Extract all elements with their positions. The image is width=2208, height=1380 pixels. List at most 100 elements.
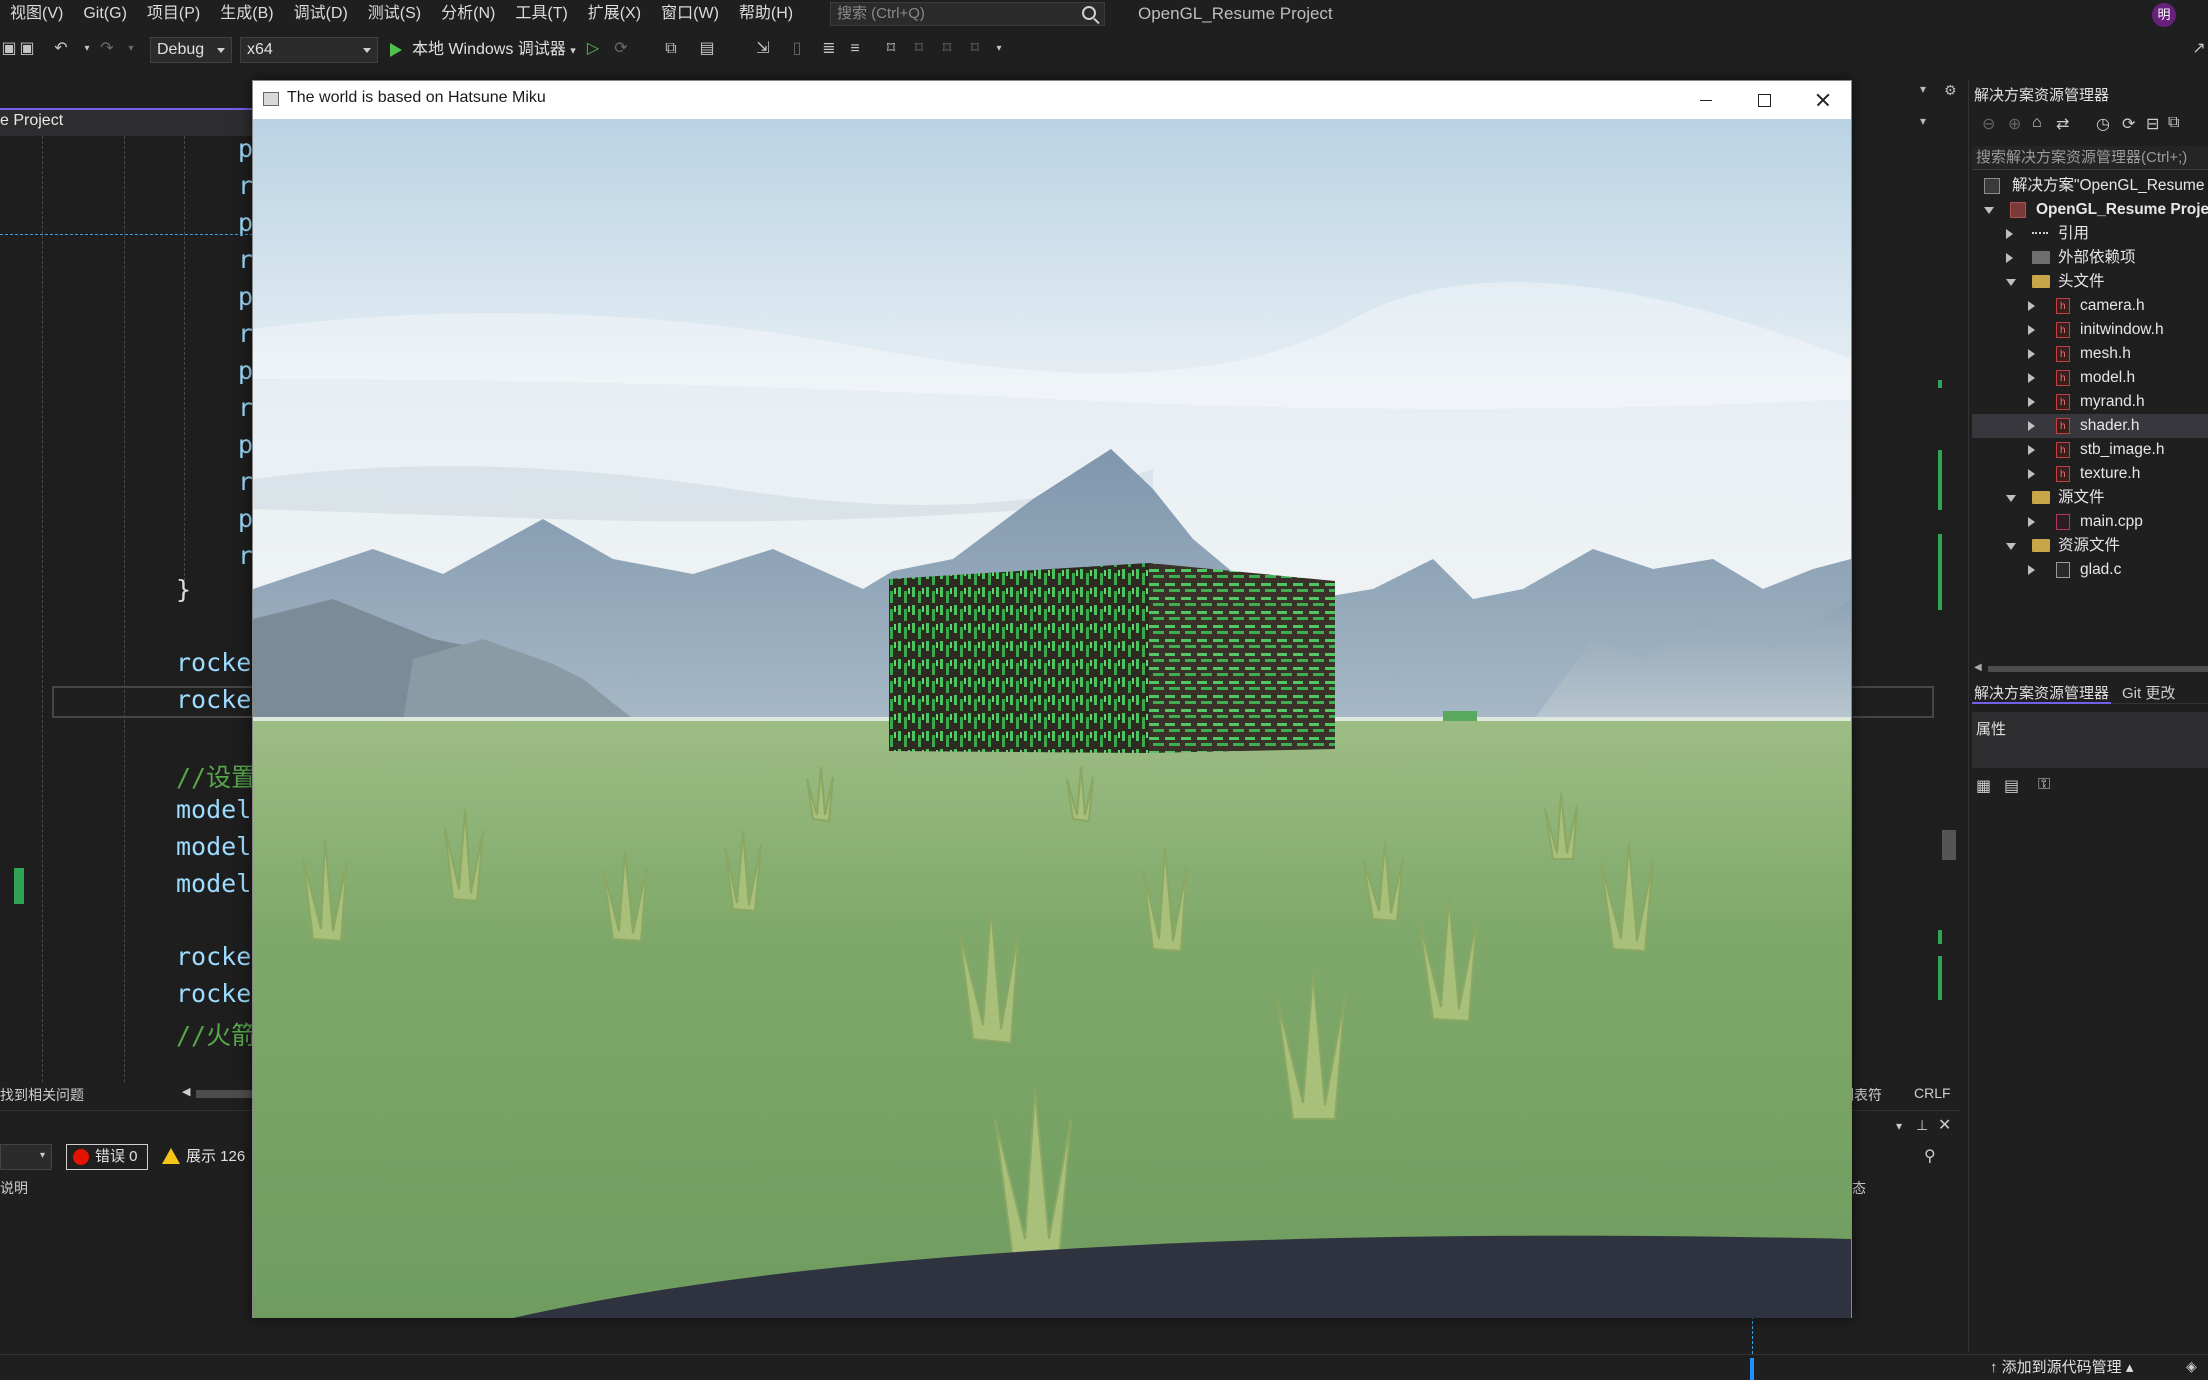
config-dropdown[interactable]: Debug [150, 37, 232, 63]
search-icon[interactable] [1082, 6, 1096, 20]
expand-icon[interactable] [2028, 565, 2035, 575]
scroll-thumb[interactable] [1988, 666, 2208, 672]
tree-headers-folder[interactable]: 头文件 [2006, 270, 2105, 294]
clear-bookmarks-icon[interactable]: ⌑ [966, 40, 984, 58]
opengl-viewport[interactable] [253, 119, 1851, 1318]
tree-file[interactable]: stb_image.h [2028, 438, 2164, 463]
tree-file[interactable]: glad.c [2028, 558, 2121, 582]
format-icon[interactable]: ≣ [820, 40, 838, 58]
tree-resources-folder[interactable]: 资源文件 [2006, 534, 2120, 558]
solution-search-input[interactable]: 搜索解决方案资源管理器(Ctrl+;) [1972, 146, 2208, 170]
prev-bookmark-icon[interactable]: ⌑ [910, 40, 928, 58]
expand-icon[interactable] [1984, 207, 1994, 214]
tree-file[interactable]: initwindow.h [2028, 318, 2164, 343]
back-icon[interactable]: ⊖ [1982, 114, 1995, 134]
live-share-icon[interactable]: ↗ [2190, 40, 2208, 58]
undo-dropdown-icon[interactable]: ▾ [78, 40, 96, 58]
run-without-debug-icon[interactable]: ▷ [584, 40, 602, 58]
column-state[interactable]: 态 [1852, 1178, 1866, 1198]
redo-icon[interactable]: ↷ [98, 40, 116, 58]
expand-icon[interactable] [2028, 373, 2035, 383]
close-icon[interactable]: ✕ [1938, 1115, 1951, 1135]
expand-icon[interactable] [2028, 301, 2035, 311]
menu-help[interactable]: 帮助(H) [729, 0, 803, 28]
search-icon[interactable]: ⚲ [1924, 1146, 1936, 1166]
tree-file[interactable]: camera.h [2028, 294, 2145, 319]
menu-git[interactable]: Git(G) [73, 0, 137, 28]
search-input[interactable]: 搜索 (Ctrl+Q) [830, 2, 1105, 26]
start-debugging-button[interactable]: 本地 Windows 调试器 ▾ [386, 37, 576, 63]
next-bookmark-icon[interactable]: ⌑ [938, 40, 956, 58]
platform-dropdown[interactable]: x64 [240, 37, 378, 63]
tree-file[interactable]: texture.h [2028, 462, 2140, 487]
expand-icon[interactable] [2028, 421, 2035, 431]
tree-file-selected[interactable]: shader.h [1972, 414, 2208, 439]
minimize-button[interactable] [1677, 81, 1735, 119]
expand-icon[interactable] [2006, 229, 2013, 239]
layout-icon[interactable]: ▤ [698, 40, 716, 58]
expand-icon[interactable] [2006, 279, 2016, 286]
chevron-left-icon[interactable]: ◀ [1974, 662, 1982, 673]
property-pages-icon[interactable]: ⚿ [2038, 776, 2056, 794]
switch-views-icon[interactable]: ⇄ [2056, 114, 2069, 134]
chevron-left-icon[interactable]: ◀ [182, 1085, 190, 1098]
opengl-window[interactable]: The world is based on Hatsune Miku [252, 80, 1852, 1318]
tree-external-deps[interactable]: 外部依赖项 [2006, 246, 2136, 270]
menu-project[interactable]: 项目(P) [137, 0, 210, 28]
undo-icon[interactable]: ↶ [52, 40, 70, 58]
bookmark-icon[interactable]: ⌑ [882, 40, 900, 58]
pin-icon[interactable]: ⊥ [1916, 1117, 1928, 1134]
categorized-icon[interactable]: ▦ [1976, 776, 1994, 795]
expand-icon[interactable] [2006, 495, 2016, 502]
opengl-window-titlebar[interactable]: The world is based on Hatsune Miku [253, 81, 1851, 119]
step-icon[interactable]: ⇲ [754, 40, 772, 58]
scroll-thumb[interactable] [1942, 830, 1956, 860]
hot-reload-icon[interactable]: ⟳ [612, 40, 630, 58]
tree-file[interactable]: mesh.h [2028, 342, 2131, 367]
issues-status[interactable]: 找到相关问题 [0, 1085, 84, 1105]
tree-file[interactable]: model.h [2028, 366, 2135, 391]
maximize-button[interactable] [1735, 81, 1793, 119]
menu-tools[interactable]: 工具(T) [505, 0, 577, 28]
show-all-files-icon[interactable]: ⧉ [2168, 114, 2179, 132]
forward-icon[interactable]: ⊕ [2008, 114, 2021, 134]
collapse-all-icon[interactable]: ⊟ [2146, 114, 2159, 134]
column-description[interactable]: 说明 [0, 1178, 28, 1198]
expand-icon[interactable] [2028, 517, 2035, 527]
menu-extensions[interactable]: 扩展(X) [578, 0, 651, 28]
home-icon[interactable]: ⌂ [2032, 114, 2042, 132]
save-all-icon[interactable]: ▣ [18, 40, 36, 58]
sync-icon[interactable]: ⟳ [2122, 114, 2135, 134]
expand-icon[interactable] [2006, 543, 2016, 550]
menu-view[interactable]: 视图(V) [0, 0, 73, 28]
scope-dropdown[interactable]: ▾ [0, 1144, 52, 1170]
solution-explorer-hscroll[interactable]: ◀ [1972, 662, 2208, 676]
tree-sources-folder[interactable]: 源文件 [2006, 486, 2105, 510]
tree-file[interactable]: myrand.h [2028, 390, 2145, 415]
menu-debug[interactable]: 调试(D) [284, 0, 358, 28]
expand-icon[interactable] [2028, 397, 2035, 407]
chevron-down-icon[interactable]: ▾ [1896, 1119, 1902, 1133]
device-icon[interactable]: ▯ [788, 40, 806, 58]
redo-dropdown-icon[interactable]: ▾ [122, 40, 140, 58]
chevron-down-icon[interactable]: ▾ [1920, 82, 1940, 102]
tab-git-changes[interactable]: Git 更改 [2122, 682, 2175, 704]
tree-references[interactable]: 引用 [2006, 222, 2089, 246]
pending-changes-icon[interactable]: ◷ [2096, 114, 2110, 134]
expand-icon[interactable] [2028, 325, 2035, 335]
close-button[interactable] [1793, 81, 1851, 119]
add-to-source-control-button[interactable]: ↑ 添加到源代码管理 ▴ [1990, 1357, 2133, 1379]
selection-bottom-handle[interactable] [1750, 1358, 1754, 1380]
warnings-filter-button[interactable]: 展示 126 [160, 1144, 245, 1170]
alphabetical-icon[interactable]: ▤ [2004, 776, 2022, 795]
gear-icon[interactable]: ⚙ [1944, 82, 1964, 102]
expand-icon[interactable] [2028, 349, 2035, 359]
tree-file[interactable]: main.cpp [2028, 510, 2143, 534]
avatar[interactable]: 明 [2152, 3, 2176, 27]
indent-icon[interactable]: ≡ [846, 40, 864, 58]
expand-icon[interactable] [2028, 469, 2035, 479]
notifications-icon[interactable]: ◈ [2186, 1358, 2197, 1375]
tab-solution-explorer[interactable]: 解决方案资源管理器 [1972, 682, 2112, 704]
chevron-down-icon[interactable]: ▾ [1920, 114, 1950, 134]
toolbar-overflow-icon[interactable]: ▾ [990, 40, 1008, 58]
